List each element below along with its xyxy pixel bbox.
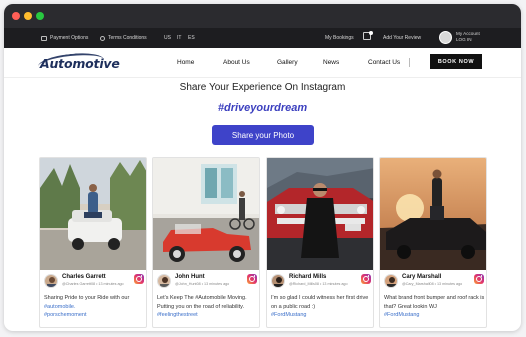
author-name[interactable]: Cary Marshall: [402, 274, 441, 280]
caption-text: I'm so glad I could witness her first dr…: [271, 295, 369, 310]
language-us[interactable]: US: [164, 35, 171, 41]
post-meta: @Richard_Mills08 • 13 minutes ago: [289, 282, 348, 286]
post-hashtag-link[interactable]: #FordMustang: [384, 312, 419, 318]
post-hashtag-link[interactable]: #porschemoment: [44, 312, 87, 318]
author-avatar[interactable]: [271, 274, 285, 288]
site-logo[interactable]: Automotive: [40, 56, 120, 71]
author-name[interactable]: John Hunt: [175, 274, 205, 280]
instagram-post-card[interactable]: Cary Marshall @Cary_Marshall08 • 13 minu…: [379, 157, 487, 328]
post-photo[interactable]: [267, 158, 373, 270]
close-window-button[interactable]: [12, 12, 20, 20]
document-icon: [100, 35, 105, 41]
utility-topbar: Payment Options Terms Conditions US IT E…: [4, 28, 521, 48]
nav-about-us[interactable]: About Us: [223, 59, 250, 66]
nav-news[interactable]: News: [323, 59, 339, 66]
my-bookings-link[interactable]: My Bookings: [325, 35, 354, 41]
login-label: LOG IN: [456, 37, 472, 42]
post-hashtag-link[interactable]: #feelingthestreet: [157, 312, 198, 318]
author-avatar[interactable]: [157, 274, 171, 288]
post-meta: @Charles Garrett08 • 13 minutes ago: [62, 282, 124, 286]
language-es[interactable]: ES: [188, 35, 195, 41]
user-avatar[interactable]: [439, 31, 452, 44]
card-icon: [41, 35, 47, 41]
nav-home[interactable]: Home: [177, 59, 194, 66]
instagram-icon[interactable]: [474, 274, 484, 284]
author-avatar[interactable]: [384, 274, 398, 288]
post-caption: Sharing Pride to your Ride with our #aut…: [44, 294, 145, 320]
post-photo[interactable]: [380, 158, 486, 270]
campaign-hashtag[interactable]: #driveyourdream: [4, 102, 521, 114]
post-meta: @Cary_Marshall08 • 13 minutes ago: [402, 282, 463, 286]
nav-contact-us[interactable]: Contact Us: [368, 59, 400, 66]
language-it[interactable]: IT: [177, 35, 181, 41]
post-meta: @John_Hunt08 • 13 minutes ago: [175, 282, 230, 286]
post-photo[interactable]: [40, 158, 146, 270]
maximize-window-button[interactable]: [36, 12, 44, 20]
instagram-icon[interactable]: [247, 274, 257, 284]
instagram-post-card[interactable]: Richard Mills @Richard_Mills08 • 13 minu…: [266, 157, 374, 328]
nav-divider: [409, 58, 410, 67]
post-caption: I'm so glad I could witness her first dr…: [271, 294, 372, 320]
nav-gallery[interactable]: Gallery: [277, 59, 298, 66]
instagram-post-card[interactable]: Charles Garrett @Charles Garrett08 • 13 …: [39, 157, 147, 328]
post-author: Cary Marshall @Cary_Marshall08 • 13 minu…: [384, 274, 484, 290]
share-photo-button[interactable]: Share your Photo: [212, 125, 314, 145]
caption-hashtag-link[interactable]: #automobile.: [44, 304, 76, 310]
author-name[interactable]: Richard Mills: [289, 274, 326, 280]
instagram-icon[interactable]: [134, 274, 144, 284]
terms-link[interactable]: Terms Conditions: [100, 35, 147, 41]
browser-window: Payment Options Terms Conditions US IT E…: [4, 4, 521, 331]
post-author: Richard Mills @Richard_Mills08 • 13 minu…: [271, 274, 371, 290]
window-titlebar: [4, 4, 521, 28]
account-menu[interactable]: My Account LOG IN: [456, 31, 480, 43]
post-author: John Hunt @John_Hunt08 • 13 minutes ago: [157, 274, 257, 290]
minimize-window-button[interactable]: [24, 12, 32, 20]
add-review-link[interactable]: Add Your Review: [383, 35, 421, 41]
payment-options-label: Payment Options: [50, 35, 89, 41]
caption-text: What brand front bumper and roof rack is…: [384, 295, 485, 310]
post-author: Charles Garrett @Charles Garrett08 • 13 …: [44, 274, 144, 290]
author-name[interactable]: Charles Garrett: [62, 274, 106, 280]
post-caption: What brand front bumper and roof rack is…: [384, 294, 485, 320]
instagram-post-card[interactable]: John Hunt @John_Hunt08 • 13 minutes ago …: [152, 157, 260, 328]
caption-text: Let's Keep The #Automobile Moving. Putti…: [157, 295, 247, 310]
book-now-button[interactable]: BOOK NOW: [430, 54, 482, 69]
main-navbar: Automotive Home About Us Gallery News Co…: [4, 48, 521, 78]
instagram-icon[interactable]: [361, 274, 371, 284]
notification-badge: [369, 31, 373, 35]
caption-text: Sharing Pride to your Ride with our: [44, 295, 130, 301]
post-caption: Let's Keep The #Automobile Moving. Putti…: [157, 294, 258, 320]
post-hashtag-link[interactable]: #FordMustang: [271, 312, 306, 318]
post-photo[interactable]: [153, 158, 259, 270]
section-heading: Share Your Experience On Instagram: [179, 82, 346, 93]
payment-options-link[interactable]: Payment Options: [41, 35, 88, 41]
author-avatar[interactable]: [44, 274, 58, 288]
terms-label: Terms Conditions: [108, 35, 147, 41]
